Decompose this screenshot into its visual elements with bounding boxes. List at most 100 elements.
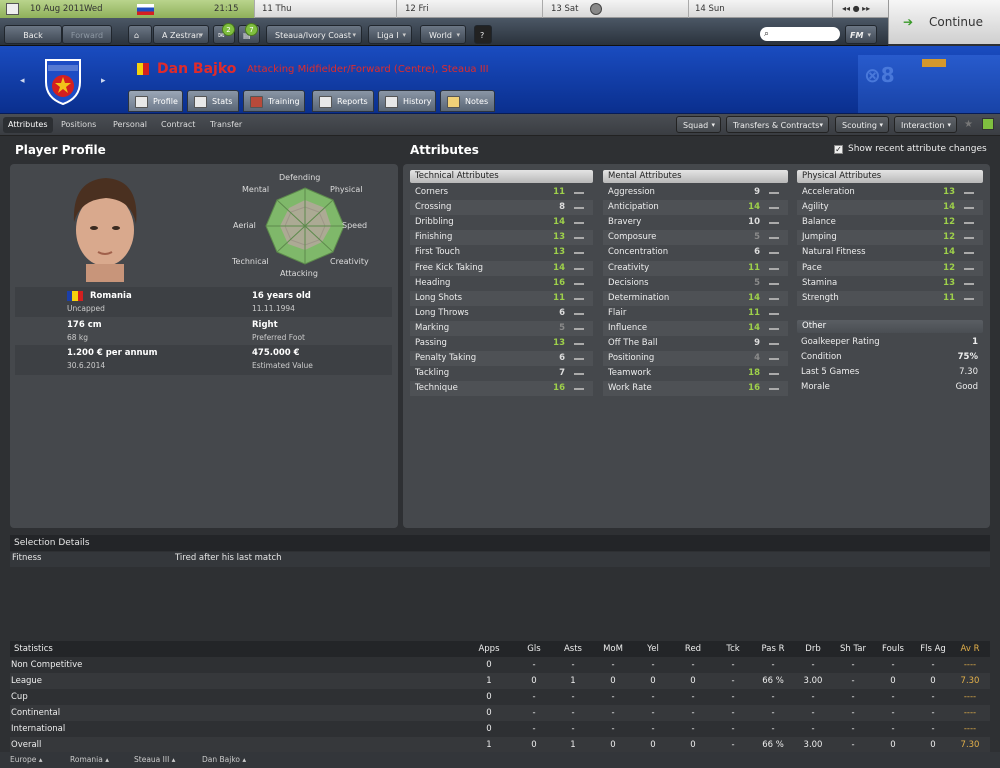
statistics-cell: -: [611, 708, 615, 718]
slovakia-flag-icon: [137, 4, 154, 15]
attribute-name: Agility: [802, 202, 829, 213]
player-name: Dan Bajko: [157, 61, 237, 77]
attribute-name: Off The Ball: [608, 338, 658, 348]
statistics-column-header[interactable]: Tck: [715, 641, 751, 657]
statistics-column-header[interactable]: Gls: [516, 641, 552, 657]
statistics-cell: -: [811, 692, 815, 702]
attribute-name: Acceleration: [802, 187, 855, 197]
manager-menu[interactable]: A Zestran ▾: [153, 25, 209, 44]
club-menu[interactable]: Steaua/Ivory Coast ▾: [266, 25, 362, 44]
breadcrumb-player[interactable]: Dan Bajko ▴: [202, 752, 246, 768]
previous-player-icon[interactable]: ◂: [20, 76, 25, 86]
statistics-cell: -: [931, 724, 935, 734]
attribute-trend-icon: [769, 192, 779, 194]
continue-button[interactable]: ➔ Continue: [888, 0, 1000, 44]
squad-menu[interactable]: Squad ▾: [676, 116, 721, 133]
attribute-name: Strength: [802, 292, 839, 303]
mental-attributes-header: Mental Attributes: [603, 170, 788, 183]
statistics-column-header[interactable]: Fouls: [875, 641, 911, 657]
world-menu[interactable]: World ▾: [420, 25, 466, 44]
attribute-name: Balance: [802, 217, 836, 228]
statistics-column-header[interactable]: MoM: [595, 641, 631, 657]
attribute-trend-icon: [964, 282, 974, 285]
statistics-cell: -: [611, 692, 615, 702]
match-ball-icon: [590, 3, 602, 15]
fm-menu[interactable]: FM ▾: [845, 25, 877, 44]
statistics-cell: -: [851, 676, 855, 686]
subtab-attributes[interactable]: Attributes: [3, 117, 53, 133]
statistics-cell: -: [691, 660, 695, 670]
nationality[interactable]: Romania: [90, 291, 132, 301]
attribute-value: 13: [943, 187, 955, 197]
attribute-row: Composure 5: [603, 230, 788, 246]
attribute-row: Work Rate 16: [603, 381, 788, 397]
add-shortlist-icon[interactable]: [982, 118, 994, 130]
attribute-value: 16: [553, 383, 565, 394]
statistics-column-header[interactable]: Fls Ag: [915, 641, 951, 657]
tab-training[interactable]: Training: [243, 90, 305, 112]
attribute-row: Passing 13: [410, 336, 593, 351]
statistics-cell: -: [811, 660, 815, 670]
statistics-column-header[interactable]: Drb: [795, 641, 831, 657]
breadcrumb-europe-label: Europe: [10, 755, 37, 764]
world-menu-label: World: [429, 31, 452, 40]
next-player-icon[interactable]: ▸: [101, 76, 106, 86]
help-button[interactable]: ?: [474, 25, 492, 44]
attribute-trend-icon: [769, 297, 779, 300]
statistics-column-header[interactable]: Asts: [555, 641, 591, 657]
search-input[interactable]: ⌕: [760, 27, 840, 41]
scouting-menu[interactable]: Scouting ▾: [835, 116, 889, 133]
attribute-row: Determination 14: [603, 290, 788, 306]
subtab-transfer[interactable]: Transfer: [205, 117, 247, 133]
tab-profile[interactable]: Profile: [128, 90, 183, 112]
calendar-icon[interactable]: [6, 3, 19, 15]
attribute-name: Influence: [608, 322, 648, 333]
statistics-column-header[interactable]: Apps: [471, 641, 507, 657]
tab-stats[interactable]: Stats: [187, 90, 239, 112]
star-icon[interactable]: ★: [964, 119, 973, 130]
attribute-value: 8: [559, 202, 565, 213]
show-changes-checkbox[interactable]: ✓: [834, 145, 843, 154]
other-value: 75%: [957, 352, 978, 362]
back-button[interactable]: Back: [4, 25, 62, 44]
attribute-value: 11: [553, 292, 565, 303]
statistics-column-header[interactable]: Yel: [635, 641, 671, 657]
home-button[interactable]: ⌂: [128, 25, 152, 44]
league-menu[interactable]: Liga I ▾: [368, 25, 412, 44]
attribute-trend-icon: [769, 267, 779, 270]
attribute-trend-icon: [769, 222, 779, 225]
statistics-cell: 0: [610, 740, 616, 750]
subtab-personal[interactable]: Personal: [108, 117, 152, 133]
forward-button[interactable]: Forward: [62, 25, 112, 44]
statistics-column-header[interactable]: Av R: [952, 641, 988, 657]
tab-history[interactable]: History: [378, 90, 436, 112]
tab-reports[interactable]: Reports: [312, 90, 374, 112]
subtab-positions[interactable]: Positions: [56, 117, 101, 133]
statistics-cell: -: [651, 692, 655, 702]
statistics-column-header[interactable]: Red: [675, 641, 711, 657]
attribute-row: Crossing 8: [410, 200, 593, 216]
interaction-menu[interactable]: Interaction ▾: [894, 116, 957, 133]
calendar-day-4[interactable]: 14 Sun: [695, 0, 725, 18]
attribute-row: Off The Ball 9: [603, 336, 788, 351]
attribute-value: 9: [754, 187, 760, 197]
forward-label: Forward: [70, 31, 104, 40]
statistics-row: Non Competitive 0- - - - - - - - - - - ----: [10, 657, 990, 673]
statistics-column-header[interactable]: Pas R: [755, 641, 791, 657]
breadcrumb-romania[interactable]: Romania ▴: [70, 752, 109, 768]
breadcrumb-team[interactable]: Steaua III ▴: [134, 752, 175, 768]
calendar-nav-icon[interactable]: ◂◂ ● ▸▸: [842, 0, 870, 18]
statistics-column-header[interactable]: Sh Tar: [835, 641, 871, 657]
statistics-cell: -: [891, 660, 895, 670]
calendar-day-3[interactable]: 13 Sat: [551, 0, 578, 18]
attribute-row: Penalty Taking 6: [410, 351, 593, 367]
calendar-day-1[interactable]: 11 Thu: [262, 0, 291, 18]
subtab-contract[interactable]: Contract: [156, 117, 200, 133]
attribute-value: 13: [553, 338, 565, 348]
attribute-trend-icon: [769, 388, 779, 391]
calendar-day-2[interactable]: 12 Fri: [405, 0, 429, 18]
transfers-menu[interactable]: Transfers & Contracts ▾: [726, 116, 829, 133]
attributes-title: Attributes: [410, 143, 479, 157]
breadcrumb-europe[interactable]: Europe ▴: [10, 752, 43, 768]
tab-notes[interactable]: Notes: [440, 90, 495, 112]
